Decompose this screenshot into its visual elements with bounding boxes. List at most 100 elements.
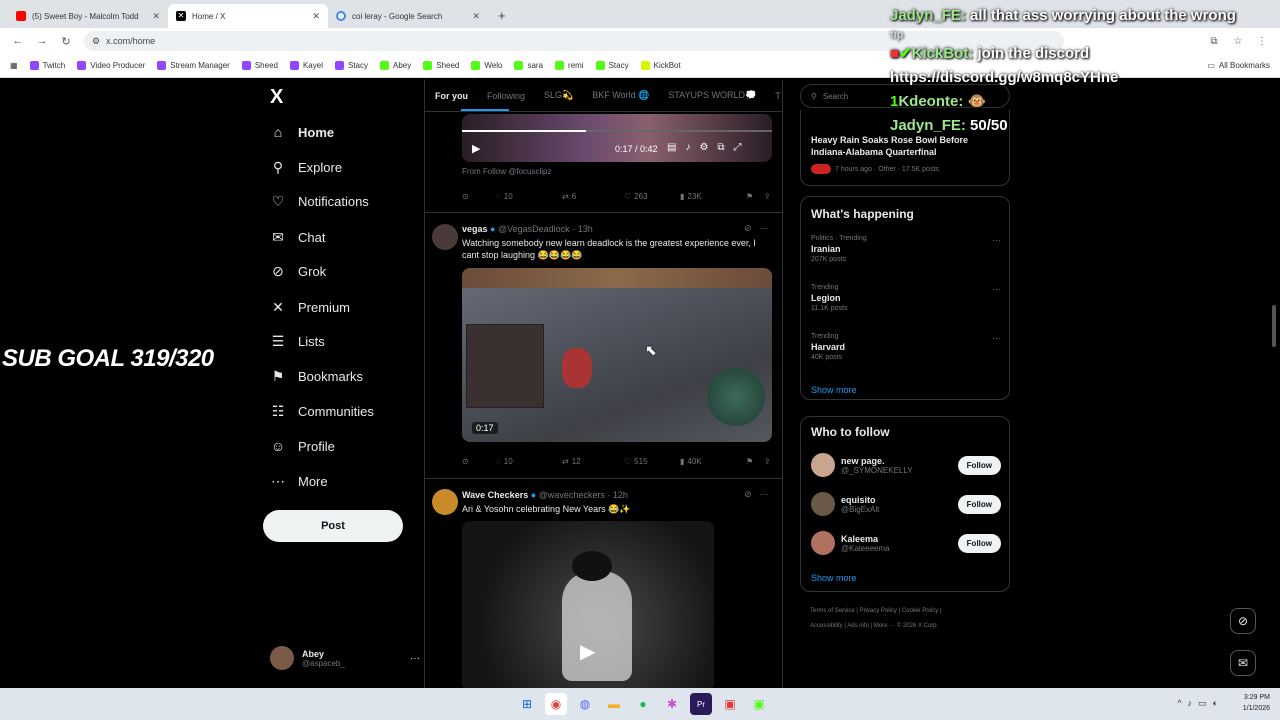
more-icon[interactable]: ··· [992,284,1001,294]
system-tray[interactable]: ^♪▭◐ [1177,698,1224,709]
reply-button[interactable]: ◌ 10 [496,192,562,201]
sidebar-item-profile[interactable]: ☺ Profile [270,438,335,454]
reply-button[interactable]: ◌ 10 [496,457,562,466]
sidebar-item-home[interactable]: ⌂ Home [270,124,334,140]
windows-start-icon[interactable]: ⊞ [516,693,538,715]
avatar[interactable] [432,489,458,515]
tab-bkf-world[interactable]: BKF World 🌐 [592,90,649,101]
messages-button[interactable]: ✉ [1230,650,1256,676]
sidebar-item-chat[interactable]: ✉ Chat [270,229,325,246]
tweet-source[interactable]: From Follow @focusclipz [462,167,551,176]
video-player[interactable]: ▶ 0:17 / 0:42 ▤♪⚙⧉⤢ [462,114,772,162]
bookmark-icon[interactable]: ⚑ [746,192,764,201]
site-info-icon[interactable]: ⚙ [92,36,100,47]
tab-for-you[interactable]: For you [435,91,468,101]
scrollbar[interactable] [1272,305,1276,347]
forward-icon[interactable]: → [30,35,54,47]
bookmark-item[interactable]: Sheed [241,61,278,70]
browser-tab-google[interactable]: coi leray - Google Search ✕ [328,4,488,28]
bookmark-item[interactable]: Stacy [334,61,368,70]
x-logo-icon[interactable]: X [270,86,283,109]
author-handle[interactable]: @wavecheckers [539,490,605,500]
bookmark-icon[interactable]: ⚑ [746,457,764,466]
tab-stayups-world[interactable]: STAYUPS WORLD💭 [668,90,756,101]
author-name[interactable]: Wave Checkers [462,490,528,500]
sidebar-item-communities[interactable]: ☷ Communities [270,403,374,420]
tweet-time[interactable]: · 13h [572,224,593,234]
views-button[interactable]: ▮ 40K [680,457,746,466]
video-icon[interactable]: ⊙ [462,457,496,466]
tab-following[interactable]: Following [487,91,525,101]
account-switcher[interactable]: Abey @aspaceb_ ··· [270,646,420,670]
bookmark-item[interactable]: Stacy [595,61,629,70]
follow-button[interactable]: Follow [957,494,1001,514]
video-controls-icons[interactable]: ▤♪⚙⧉⤢ [667,142,751,153]
follow-suggestion[interactable]: new page. @_SYMONEKELLY Follow [811,453,1001,477]
folder-icon[interactable]: ▬ [603,693,625,715]
premiere-icon[interactable]: Pr [690,693,712,715]
share-icon[interactable]: ⇪ [764,457,771,466]
video-icon[interactable]: ⊙ [462,192,496,201]
bookmark-item[interactable]: Welo [471,61,502,70]
bookmark-item[interactable]: Twitch [29,61,65,70]
reload-icon[interactable]: ↻ [54,35,78,48]
share-icon[interactable]: ⇪ [764,192,771,201]
tweet-time[interactable]: · 12h [607,490,628,500]
grok-button[interactable]: ⊘ [1230,608,1256,634]
follow-button[interactable]: Follow [957,455,1001,475]
bookmark-item[interactable]: Video Producer [77,61,145,70]
video-player[interactable]: 0:17 [462,268,772,442]
app-icon[interactable]: ▣ [719,693,741,715]
bookmark-item[interactable]: Abey [380,61,411,70]
tab-slg[interactable]: SLG💫 [544,90,573,101]
avatar[interactable] [432,224,458,250]
follow-suggestion[interactable]: equisito @BigExAlt Follow [811,492,1001,516]
new-tab-button[interactable]: + [488,8,516,28]
clock[interactable]: 3:29 PM 1/1/2026 [1243,692,1270,714]
bookmark-item[interactable]: KickBot [640,61,681,70]
bookmark-item[interactable]: Kayel [289,61,323,70]
spotify-icon[interactable]: ● [632,693,654,715]
close-icon[interactable]: ✕ [472,11,480,22]
back-icon[interactable]: ← [6,35,30,47]
bookmark-item[interactable]: sara [514,61,543,70]
sidebar-item-grok[interactable]: ⊘ Grok [270,263,326,280]
follow-suggestion[interactable]: Kaleema @Kaleeeema Follow [811,531,1001,555]
more-icon[interactable]: ··· [992,333,1001,343]
follow-button[interactable]: Follow [957,533,1001,553]
like-button[interactable]: ♡ 263 [624,192,680,201]
repost-button[interactable]: ⇄ 6 [562,192,624,201]
app-icon[interactable]: ✱ [661,693,683,715]
browser-tab-x[interactable]: ✕ Home / X ✕ [168,4,328,28]
close-icon[interactable]: ✕ [152,11,160,22]
author-handle[interactable]: @VegasDeadlock [498,224,570,234]
chrome-icon[interactable]: ◉ [545,693,567,715]
post-button[interactable]: Post [263,510,403,542]
repost-button[interactable]: ⇄ 12 [562,457,624,466]
sidebar-item-more[interactable]: ⋯ More [270,473,328,490]
show-more-link[interactable]: Show more [811,385,857,395]
author-name[interactable]: vegas [462,224,488,234]
bookmark-item[interactable]: Sheed [423,61,459,70]
views-button[interactable]: ▮ 23K [680,192,746,201]
sidebar-item-explore[interactable]: ⚲ Explore [270,159,342,176]
grok-icon[interactable]: ⊘⋯ [744,223,777,234]
grok-icon[interactable]: ⊘⋯ [744,489,777,500]
trend-item[interactable]: Politics · Trending Iranian 207K posts ·… [811,235,1001,263]
sidebar-item-notifications[interactable]: ♡ Notifications [270,193,369,210]
video-player[interactable]: ▶ [462,521,714,688]
bookmark-item[interactable]: Stream Manager [157,61,230,70]
discord-icon[interactable]: ◍ [574,693,596,715]
play-icon[interactable]: ▶ [580,639,595,664]
browser-tab-youtube[interactable]: (5) Sweet Boy - Malcolm Todd ✕ [8,4,168,28]
app-icon[interactable]: ▣ [748,693,770,715]
sidebar-item-lists[interactable]: ☰ Lists [270,333,325,350]
tab-more[interactable]: T [775,91,781,101]
play-icon[interactable]: ▶ [472,142,480,155]
like-button[interactable]: ♡ 515 [624,457,680,466]
bookmark-item[interactable]: remi [555,61,584,70]
trend-item[interactable]: Trending Legion 11.1K posts ··· [811,284,1001,312]
close-icon[interactable]: ✕ [312,11,320,22]
more-icon[interactable]: ··· [410,653,420,664]
show-more-link[interactable]: Show more [811,573,857,583]
